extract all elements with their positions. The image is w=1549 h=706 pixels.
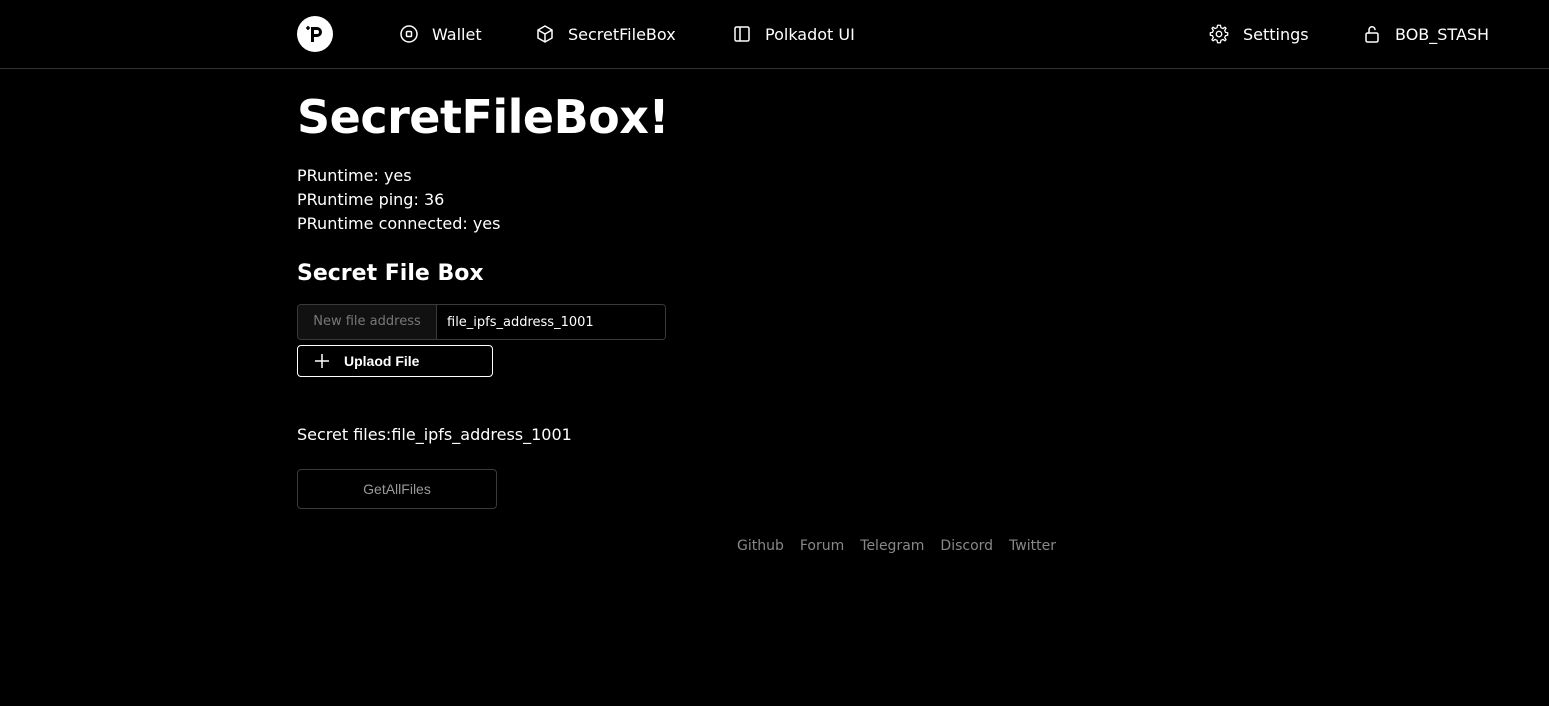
footer-link-forum[interactable]: Forum [800, 538, 844, 554]
nav-item-settings[interactable]: Settings [1208, 22, 1309, 46]
box-icon [537, 25, 553, 43]
nav-item-secretfilebox[interactable]: SecretFileBox [535, 22, 676, 46]
section-title: Secret File Box [297, 261, 484, 286]
unlock-icon [1365, 26, 1379, 43]
secret-files-text: Secret files:file_ipfs_address_1001 [297, 425, 572, 444]
plus-icon [315, 354, 329, 368]
gear-icon [1209, 24, 1229, 44]
page-title: SecretFileBox! [297, 90, 669, 144]
nav-item-polkadot-ui[interactable]: Polkadot UI [732, 22, 855, 46]
footer-link-github[interactable]: Github [737, 538, 784, 554]
footer-link-discord[interactable]: Discord [940, 538, 993, 554]
footer-links: Github Forum Telegram Discord Twitter [737, 538, 1056, 554]
file-address-input[interactable] [437, 305, 665, 339]
pruntime-connected: PRuntime connected: yes [297, 214, 501, 233]
nav-item-account[interactable]: BOB_STASH [1362, 22, 1489, 46]
pruntime-status: PRuntime: yes [297, 166, 412, 185]
footer-link-telegram[interactable]: Telegram [860, 538, 924, 554]
get-all-files-button[interactable]: GetAllFiles [297, 469, 497, 509]
nav-item-label: Wallet [432, 24, 482, 44]
wallet-icon [400, 25, 418, 43]
nav-item-label: Settings [1243, 24, 1309, 44]
pruntime-ping: PRuntime ping: 36 [297, 190, 445, 209]
nav-item-label: Polkadot UI [765, 24, 855, 44]
nav-item-wallet[interactable]: Wallet [399, 22, 482, 46]
sidebar-icon [734, 26, 750, 42]
file-address-input-group: New file address [297, 304, 666, 340]
nav-item-label: SecretFileBox [568, 24, 676, 44]
top-navigation-bar: Wallet SecretFileBox Polkadot UI Setting… [0, 0, 1549, 69]
footer-link-twitter[interactable]: Twitter [1009, 538, 1056, 554]
account-name: BOB_STASH [1395, 24, 1490, 44]
upload-file-label: Uplaod File [344, 353, 420, 369]
file-address-addon-label: New file address [298, 305, 437, 339]
upload-file-button[interactable]: Uplaod File [297, 345, 493, 377]
phala-logo-icon[interactable] [297, 16, 333, 52]
